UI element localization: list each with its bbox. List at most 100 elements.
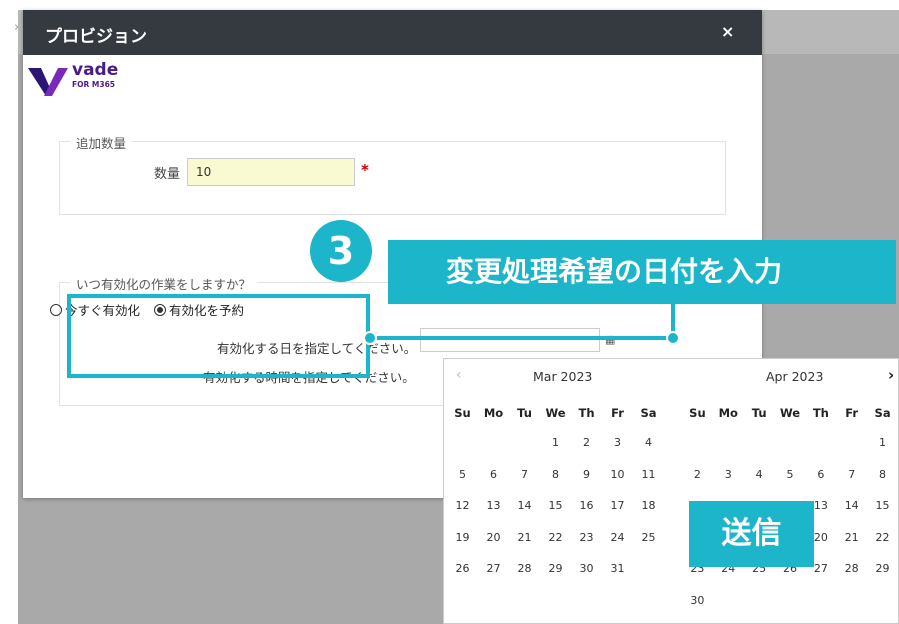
calendar-day[interactable]: 14 (509, 490, 540, 522)
calendar-day[interactable]: 3 (713, 459, 744, 491)
calendar-empty-cell (836, 585, 867, 617)
calendar-empty-cell (509, 427, 540, 459)
weekday-label: Mo (483, 406, 504, 420)
weekday-label: Tu (751, 406, 767, 420)
calendar-empty-cell (447, 427, 478, 459)
weekday-header-row: Su Mo Tu We Th Fr Sa (447, 399, 664, 427)
calendar-day[interactable]: 15 (867, 490, 898, 522)
calendar-empty-cell (836, 427, 867, 459)
calendar-day[interactable]: 28 (836, 553, 867, 585)
calendar-week-row: 1 (682, 427, 898, 459)
calendar-empty-cell (775, 585, 806, 617)
calendar-day[interactable]: 7 (836, 459, 867, 491)
calendar-day[interactable]: 7 (509, 459, 540, 491)
calendar-day[interactable]: 6 (805, 459, 836, 491)
calendar-day[interactable]: 6 (478, 459, 509, 491)
month-title-mar: Mar 2023 (533, 369, 593, 384)
calendar-empty-cell (744, 585, 775, 617)
weekday-label: We (779, 406, 801, 420)
calendar-day[interactable]: 13 (478, 490, 509, 522)
calendar-day[interactable]: 5 (447, 459, 478, 491)
calendar-day[interactable]: 23 (571, 522, 602, 554)
modal-header: プロビジョン × (23, 10, 762, 55)
calendar-day[interactable]: 9 (571, 459, 602, 491)
calendar-week-row: 26 27 28 29 30 31 (447, 553, 664, 585)
datepicker-header: ‹ Mar 2023 Apr 2023 › (444, 359, 899, 393)
calendar-day[interactable]: 24 (602, 522, 633, 554)
calendar-empty-cell (713, 585, 744, 617)
calendar-empty-cell (775, 427, 806, 459)
chevron-left-icon[interactable]: ‹ (456, 367, 462, 383)
calendar-day[interactable]: 14 (836, 490, 867, 522)
weekday-label: Fr (845, 406, 859, 420)
calendar-march: Su Mo Tu We Th Fr Sa 1 2 3 4 5 6 7 8 9 10 11 12 13 14 15 16 17 1… (447, 399, 664, 585)
calendar-day[interactable]: 22 (540, 522, 571, 554)
quantity-legend: 追加数量 (70, 133, 133, 152)
calendar-day[interactable]: 1 (867, 427, 898, 459)
connector-dot-right (666, 331, 680, 345)
calendar-day[interactable]: 8 (540, 459, 571, 491)
weekday-label: Th (578, 406, 595, 420)
callout-banner: 変更処理希望の日付を入力 (388, 240, 896, 304)
calendar-week-row: 12 13 14 15 16 17 18 (447, 490, 664, 522)
calendar-empty-cell (713, 427, 744, 459)
calendar-day[interactable]: 17 (602, 490, 633, 522)
vade-logo-icon (28, 68, 68, 96)
activation-legend: いつ有効化の作業をしますか？ (70, 274, 258, 293)
calendar-empty-cell (682, 427, 713, 459)
quantity-label: 数量 (154, 167, 181, 182)
background-collapse-icon: › (14, 20, 20, 35)
required-mark: * (361, 161, 369, 179)
radio-circle-unchecked[interactable] (50, 303, 62, 316)
calendar-week-row: 1234 (447, 427, 664, 459)
calendar-day[interactable]: 4 (633, 427, 664, 459)
calendar-day[interactable]: 4 (744, 459, 775, 491)
quantity-input[interactable] (187, 158, 355, 186)
calendar-day[interactable]: 3 (602, 427, 633, 459)
calendar-day[interactable]: 20 (478, 522, 509, 554)
calendar-day[interactable]: 2 (682, 459, 713, 491)
calendar-empty-cell (478, 427, 509, 459)
calendar-day[interactable]: 18 (633, 490, 664, 522)
calendar-empty-cell (805, 585, 836, 617)
calendar-day[interactable]: 12 (447, 490, 478, 522)
calendar-day[interactable]: 30 (682, 585, 713, 617)
calendar-day[interactable]: 27 (478, 553, 509, 585)
weekday-label: Su (689, 406, 706, 420)
calendar-day[interactable]: 2 (571, 427, 602, 459)
calendar-day[interactable]: 29 (867, 553, 898, 585)
calendar-day[interactable]: 22 (867, 522, 898, 554)
calendar-day[interactable]: 26 (447, 553, 478, 585)
calendar-week-row: 30 (682, 585, 898, 617)
calendar-day[interactable]: 29 (540, 553, 571, 585)
calendar-empty-cell (867, 585, 898, 617)
weekday-label: Th (812, 406, 829, 420)
calendar-day[interactable]: 1 (540, 427, 571, 459)
step-number-badge: 3 (310, 220, 372, 282)
calendar-day[interactable]: 21 (836, 522, 867, 554)
calendar-day[interactable]: 25 (633, 522, 664, 554)
calendar-day[interactable]: 5 (775, 459, 806, 491)
send-label-overlay: 送信 (689, 501, 814, 567)
close-icon[interactable]: × (721, 22, 734, 41)
calendar-day[interactable]: 10 (602, 459, 633, 491)
calendar-day[interactable]: 28 (509, 553, 540, 585)
calendar-day[interactable]: 16 (571, 490, 602, 522)
calendar-day[interactable]: 11 (633, 459, 664, 491)
calendar-empty-cell (633, 553, 664, 585)
calendar-day[interactable]: 31 (602, 553, 633, 585)
connector-dot-left (363, 331, 377, 345)
connector-line (370, 336, 675, 340)
weekday-label: Fr (611, 406, 624, 420)
weekday-label: Mo (718, 406, 738, 420)
calendar-day[interactable]: 30 (571, 553, 602, 585)
date-input[interactable] (420, 328, 600, 352)
logo-name: vade (72, 60, 119, 80)
calendar-day[interactable]: 21 (509, 522, 540, 554)
calendar-day[interactable]: 8 (867, 459, 898, 491)
calendar-week-row: 2345678 (682, 459, 898, 491)
calendar-week-row: 5 6 7 8 9 10 11 (447, 459, 664, 491)
chevron-right-icon[interactable]: › (888, 366, 894, 384)
calendar-day[interactable]: 15 (540, 490, 571, 522)
calendar-day[interactable]: 19 (447, 522, 478, 554)
